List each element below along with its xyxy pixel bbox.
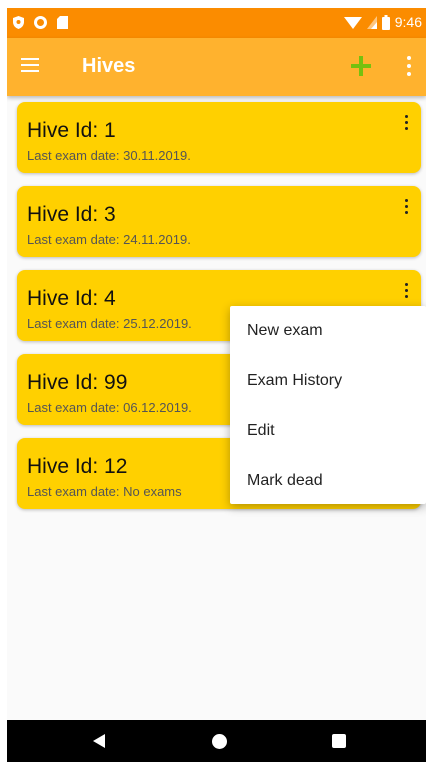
menu-item-mark-dead[interactable]: Mark dead: [230, 456, 426, 506]
hive-title: Hive Id: 4: [27, 287, 116, 310]
page-title: Hives: [82, 55, 136, 77]
menu-item-new-exam[interactable]: New exam: [230, 306, 426, 356]
hive-last-exam: Last exam date: 25.12.2019.: [27, 316, 192, 331]
shield-icon: [13, 16, 24, 29]
hive-title: Hive Id: 3: [27, 203, 116, 226]
battery-icon: [381, 14, 390, 30]
menu-item-exam-history[interactable]: Exam History: [230, 356, 426, 406]
card-overflow-icon[interactable]: [403, 199, 411, 219]
hive-card[interactable]: Hive Id: 3 Last exam date: 24.11.2019.: [17, 186, 421, 257]
hive-title: Hive Id: 12: [27, 455, 128, 478]
hive-last-exam: Last exam date: 06.12.2019.: [27, 400, 192, 415]
hive-last-exam: Last exam date: 24.11.2019.: [27, 232, 191, 247]
card-overflow-icon[interactable]: [403, 283, 411, 303]
back-icon[interactable]: [93, 734, 105, 748]
hive-popup-menu: New exam Exam History Edit Mark dead: [230, 306, 426, 504]
status-bar: 9:46: [7, 8, 426, 38]
app-bar: Hives: [7, 38, 426, 96]
signal-icon: [366, 16, 377, 29]
menu-item-edit[interactable]: Edit: [230, 406, 426, 456]
hive-last-exam: Last exam date: No exams: [27, 484, 182, 499]
menu-icon[interactable]: [21, 58, 39, 72]
hive-last-exam: Last exam date: 30.11.2019.: [27, 148, 191, 163]
navigation-bar: [7, 720, 426, 762]
home-icon[interactable]: [212, 734, 227, 749]
app-screen: 9:46 Hives Hive Id: 1 Last exam date: 30…: [7, 8, 426, 762]
hive-card[interactable]: Hive Id: 1 Last exam date: 30.11.2019.: [17, 102, 421, 173]
add-icon[interactable]: [351, 56, 371, 76]
recent-apps-icon[interactable]: [332, 734, 346, 748]
sd-card-icon: [57, 16, 68, 29]
wifi-icon: [343, 17, 362, 29]
status-time: 9:46: [394, 14, 422, 30]
circle-icon: [34, 16, 47, 29]
hive-title: Hive Id: 99: [27, 371, 128, 394]
hive-title: Hive Id: 1: [27, 119, 116, 142]
overflow-menu-icon[interactable]: [405, 56, 413, 76]
card-overflow-icon[interactable]: [403, 115, 411, 135]
